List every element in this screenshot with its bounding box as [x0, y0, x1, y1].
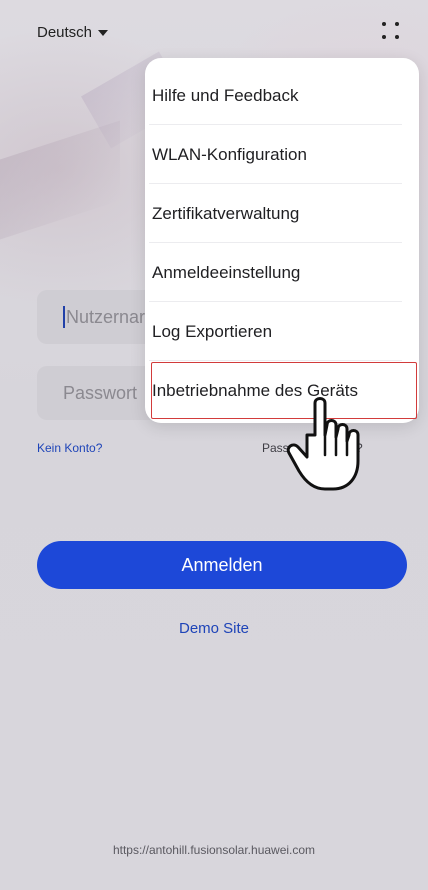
language-label: Deutsch — [37, 24, 93, 41]
username-placeholder: Nutzernar — [66, 306, 146, 327]
highlight-box — [151, 362, 417, 419]
text-cursor — [63, 306, 65, 328]
menu-item-login-settings[interactable]: Anmeldeeinstellung — [149, 243, 417, 302]
pointing-hand-icon — [286, 397, 360, 491]
language-selector[interactable]: Deutsch — [37, 24, 109, 41]
menu-item-certificate-management[interactable]: Zertifikatverwaltung — [149, 184, 417, 243]
menu-item-wlan-config[interactable]: WLAN-Konfiguration — [149, 125, 417, 184]
menu-item-export-log[interactable]: Log Exportieren — [149, 302, 417, 361]
more-dots-icon[interactable] — [382, 22, 400, 40]
login-button[interactable]: Anmelden — [37, 541, 407, 589]
menu-item-label: Log Exportieren — [152, 321, 273, 341]
menu-item-help-feedback[interactable]: Hilfe und Feedback — [149, 66, 417, 125]
password-placeholder: Passwort — [63, 382, 138, 403]
caret-down-icon — [98, 30, 109, 36]
menu-item-label: Hilfe und Feedback — [152, 85, 299, 105]
menu-item-label: Zertifikatverwaltung — [152, 203, 300, 223]
menu-item-label: Anmeldeeinstellung — [152, 262, 301, 282]
menu-item-label: WLAN-Konfiguration — [152, 144, 307, 164]
no-account-link[interactable]: Kein Konto? — [37, 441, 102, 455]
demo-site-link[interactable]: Demo Site — [0, 620, 428, 637]
server-url: https://antohill.fusionsolar.huawei.com — [112, 843, 316, 857]
